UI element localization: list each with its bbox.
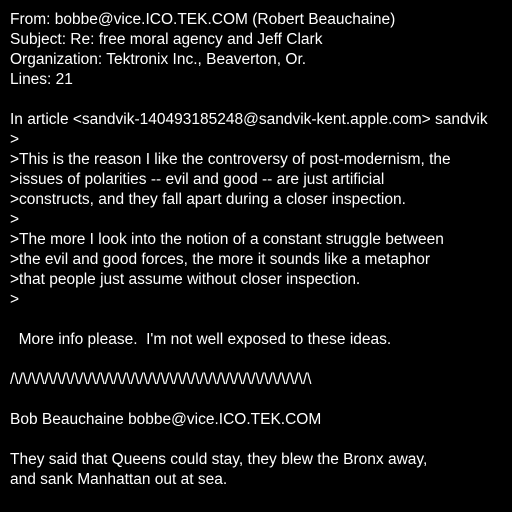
header-subject: Subject: Re: free moral agency and Jeff … [10,31,323,48]
quoted-line: >The more I look into the notion of a co… [10,231,444,248]
signature-quote-line: and sank Manhattan out at sea. [10,471,228,488]
signature-name-email: Bob Beauchaine bobbe@vice.ICO.TEK.COM [10,411,322,428]
message-body: From: bobbe@vice.ICO.TEK.COM (Robert Bea… [10,10,512,490]
reply-text: More info please. I'm not well exposed t… [10,331,392,348]
quoted-line: >This is the reason I like the controver… [10,151,451,168]
quoted-line: >constructs, and they fall apart during … [10,191,406,208]
quoted-line: >that people just assume without closer … [10,271,361,288]
quoted-line: > [10,131,20,148]
attribution-line: In article <sandvik-140493185248@sandvik… [10,111,488,128]
header-organization: Organization: Tektronix Inc., Beaverton,… [10,51,307,68]
quoted-line: > [10,291,20,308]
quoted-line: >issues of polarities -- evil and good -… [10,171,385,188]
quoted-line: > [10,211,20,228]
quoted-line: >the evil and good forces, the more it s… [10,251,431,268]
signature-separator: /\/\/\/\/\/\/\/\/\/\/\/\/\/\/\/\/\/\/\/\… [10,371,312,388]
header-lines: Lines: 21 [10,71,73,88]
header-from: From: bobbe@vice.ICO.TEK.COM (Robert Bea… [10,11,396,28]
signature-quote-line: They said that Queens could stay, they b… [10,451,428,468]
